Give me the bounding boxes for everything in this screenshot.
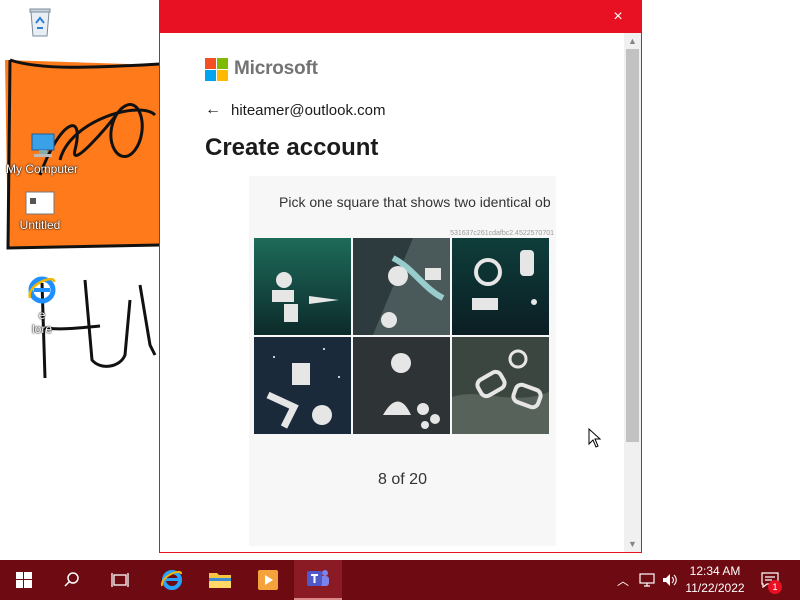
scroll-down-icon[interactable]: ▼ — [624, 536, 641, 552]
clock-time: 12:34 AM — [689, 564, 741, 578]
desktop-icon-untitled[interactable]: Untitled — [2, 190, 78, 232]
windows-start-icon — [16, 572, 32, 588]
captcha-tile-4[interactable] — [254, 337, 351, 434]
close-button[interactable]: × — [595, 0, 641, 33]
my-computer-label: My Computer — [5, 162, 79, 176]
captcha-frame: Pick one square that shows two identical… — [249, 176, 556, 546]
dialog-content: Microsoft ← hiteamer@outlook.com Create … — [160, 33, 624, 552]
start-button[interactable] — [0, 560, 48, 600]
desktop-icon-internet-explorer[interactable]: e lore — [4, 274, 80, 336]
folder-icon — [209, 573, 231, 588]
network-tray[interactable] — [636, 560, 658, 600]
create-account-window: × Microsoft ← hiteamer@outlook.com Creat… — [159, 0, 642, 553]
my-computer-icon — [31, 133, 55, 157]
window-titlebar: × — [160, 0, 641, 33]
internet-explorer-icon — [160, 570, 182, 590]
internet-explorer-label: e lore — [31, 308, 52, 336]
identity-banner: ← hiteamer@outlook.com — [205, 99, 385, 121]
page-title: Create account — [205, 134, 379, 161]
desktop-icon-recycle-bin[interactable] — [2, 6, 78, 40]
captcha-tile-grid — [254, 238, 553, 436]
task-view-icon — [111, 573, 129, 587]
taskbar-file-explorer[interactable] — [196, 560, 244, 600]
speaker-icon — [663, 574, 677, 586]
vertical-scrollbar[interactable]: ▲ ▼ — [624, 33, 641, 552]
teams-icon — [307, 570, 329, 586]
brand-name: Microsoft — [234, 58, 318, 79]
captcha-tile-2[interactable] — [353, 238, 450, 335]
captcha-tile-1[interactable] — [254, 238, 351, 335]
captcha-tile-5[interactable] — [353, 337, 450, 434]
captcha-instruction: Pick one square that shows two identical… — [279, 194, 551, 210]
microsoft-logo-icon — [205, 57, 228, 81]
network-icon — [639, 573, 655, 587]
recycle-bin-icon — [29, 8, 51, 37]
taskbar-media-app[interactable] — [244, 560, 292, 600]
captcha-session-id: 531637c261cdafbc2.4522570701 — [450, 230, 554, 237]
scroll-thumb[interactable] — [626, 49, 639, 442]
taskbar-internet-explorer[interactable] — [148, 560, 196, 600]
taskbar-teams[interactable] — [294, 560, 342, 600]
mouse-cursor-icon — [588, 428, 602, 448]
show-hidden-icons[interactable]: ︿ — [614, 560, 632, 600]
clock-date: 11/22/2022 — [685, 581, 745, 595]
taskbar: ︿ 12:34 AM 11/22/2022 — [0, 560, 800, 600]
document-icon — [25, 191, 55, 215]
taskbar-clock[interactable]: 12:34 AM 11/22/2022 — [680, 563, 750, 597]
captcha-progress: 8 of 20 — [378, 471, 427, 488]
back-arrow-icon[interactable]: ← — [205, 101, 231, 119]
microsoft-logo: Microsoft — [205, 57, 318, 81]
action-center-button[interactable] — [752, 560, 788, 600]
identity-email: hiteamer@outlook.com — [231, 101, 386, 119]
internet-explorer-icon — [28, 276, 56, 304]
task-view-button[interactable] — [96, 560, 144, 600]
desktop-icon-my-computer[interactable]: My Computer — [4, 132, 80, 176]
captcha-tile-3[interactable] — [452, 238, 549, 335]
media-player-icon — [258, 570, 278, 590]
close-icon: × — [613, 8, 623, 25]
captcha-tile-6[interactable] — [452, 337, 549, 434]
chevron-up-icon: ︿ — [616, 573, 629, 588]
notification-count-badge: 1 — [768, 580, 782, 594]
untitled-label: Untitled — [19, 218, 61, 232]
search-button[interactable] — [48, 560, 96, 600]
scroll-up-icon[interactable]: ▲ — [624, 33, 641, 49]
volume-tray[interactable] — [660, 560, 680, 600]
search-icon — [64, 572, 79, 587]
